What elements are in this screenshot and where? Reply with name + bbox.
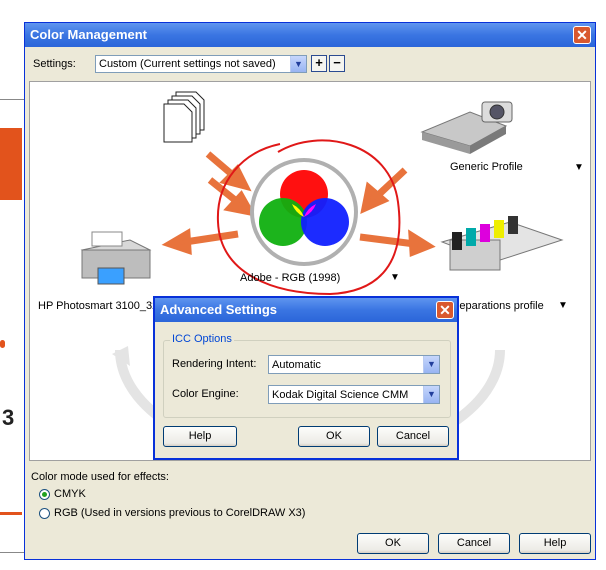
color-engine-value: Kodak Digital Science CMM	[272, 389, 409, 401]
rendering-intent-value: Automatic	[272, 359, 321, 371]
color-engine-select[interactable]: Kodak Digital Science CMM ▼	[268, 385, 440, 404]
chevron-down-icon[interactable]: ▼	[423, 386, 439, 403]
chevron-down-icon[interactable]: ▼	[558, 300, 568, 311]
chevron-down-icon[interactable]: ▼	[390, 272, 400, 283]
printer-icon	[80, 231, 152, 285]
icc-options-group: ICC Options Rendering Intent: Automatic …	[163, 333, 451, 418]
advanced-settings-dialog: Advanced Settings ✕ ICC Options Renderin…	[153, 296, 459, 460]
divider	[0, 99, 26, 100]
color-engine-label: Color Engine:	[172, 388, 239, 400]
close-icon[interactable]: ✕	[436, 301, 454, 319]
generic-profile-label[interactable]: Generic Profile	[450, 161, 523, 173]
documents-icon	[163, 91, 205, 143]
divider	[0, 552, 26, 553]
center-profile-label[interactable]: Adobe - RGB (1998)	[240, 272, 340, 284]
background-text: 3	[2, 405, 15, 430]
help-button[interactable]: Help	[163, 426, 237, 447]
chevron-down-icon[interactable]: ▼	[290, 56, 306, 72]
rendering-intent-select[interactable]: Automatic ▼	[268, 355, 440, 374]
settings-label: Settings:	[33, 58, 76, 70]
printer-profile-label[interactable]: HP Photosmart 3100_32	[38, 300, 158, 312]
color-management-window: Color Management ✕ Settings: Custom (Cur…	[24, 22, 596, 560]
help-button[interactable]: Help	[519, 533, 591, 554]
radio-cmyk[interactable]: CMYK	[39, 488, 86, 500]
ok-button[interactable]: OK	[298, 426, 370, 447]
settings-value: Custom (Current settings not saved)	[99, 58, 276, 70]
radio-selected-icon[interactable]	[39, 488, 50, 500]
background-graphic	[0, 512, 22, 515]
window-title: Color Management	[30, 27, 148, 42]
separations-profile-label[interactable]: Separations profile	[452, 300, 544, 312]
ink-cartridges-icon	[440, 216, 564, 271]
ok-button[interactable]: OK	[357, 533, 429, 554]
remove-preset-button[interactable]: −	[329, 55, 345, 72]
close-icon[interactable]: ✕	[573, 26, 591, 44]
radio-icon[interactable]	[39, 507, 50, 519]
chevron-down-icon[interactable]: ▼	[574, 162, 584, 173]
cancel-button[interactable]: Cancel	[438, 533, 510, 554]
dialog-title: Advanced Settings	[160, 302, 278, 317]
group-title: ICC Options	[170, 333, 234, 345]
radio-cmyk-label: CMYK	[54, 488, 86, 500]
radio-rgb[interactable]: RGB (Used in versions previous to CorelD…	[39, 507, 305, 519]
background-graphic	[0, 340, 5, 348]
effects-mode-label: Color mode used for effects:	[31, 471, 169, 483]
settings-select[interactable]: Custom (Current settings not saved) ▼	[95, 55, 307, 73]
rendering-intent-label: Rendering Intent:	[172, 358, 257, 370]
window-titlebar: Color Management ✕	[25, 23, 595, 47]
background-document: 3	[0, 0, 26, 570]
background-graphic	[0, 128, 22, 200]
add-preset-button[interactable]: +	[311, 55, 327, 72]
chevron-down-icon[interactable]: ▼	[423, 356, 439, 373]
dialog-titlebar: Advanced Settings ✕	[155, 298, 457, 322]
cancel-button[interactable]: Cancel	[377, 426, 449, 447]
scanner-camera-icon	[420, 101, 513, 154]
radio-rgb-label: RGB (Used in versions previous to CorelD…	[54, 507, 306, 519]
